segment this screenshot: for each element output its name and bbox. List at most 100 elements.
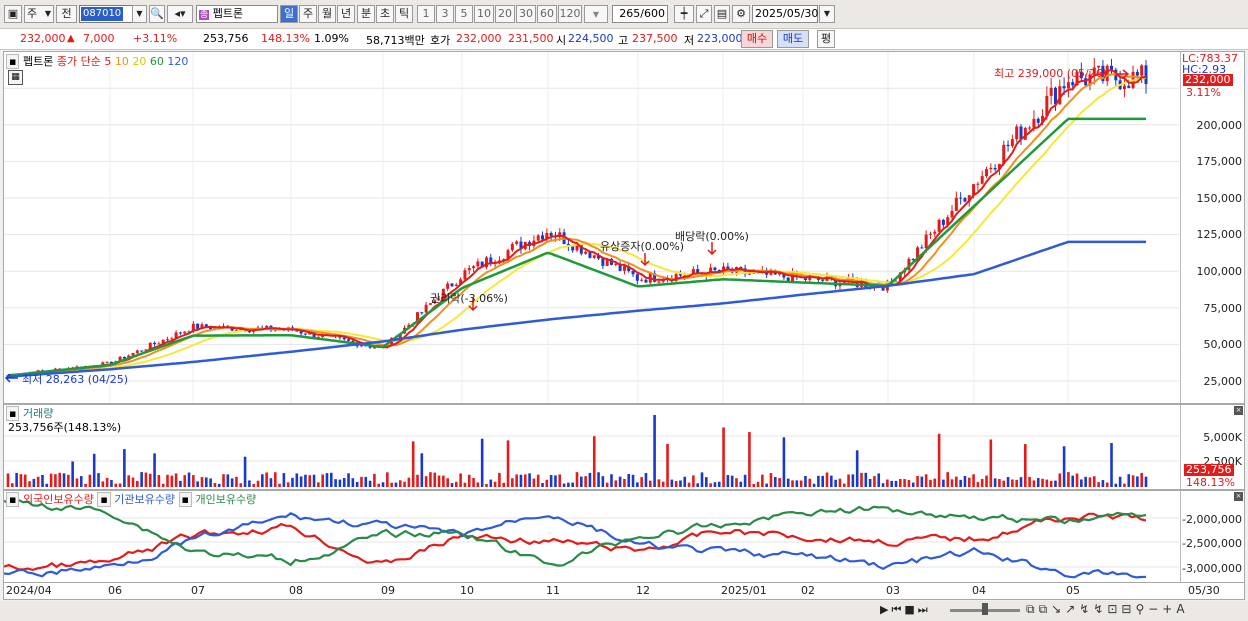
period-minute[interactable]: 분 — [357, 5, 375, 23]
volume-bar — [648, 480, 652, 487]
candle-body — [347, 339, 351, 341]
volume-value: 253,756 — [203, 32, 249, 45]
zoom-slider-handle[interactable] — [982, 603, 988, 615]
sell-button[interactable]: 매도 — [777, 30, 809, 48]
stock-series-label: 펩트론 — [22, 55, 54, 68]
x-label: 05 — [1066, 584, 1080, 597]
volume-bar — [118, 483, 122, 487]
period-day[interactable]: 일 — [280, 5, 298, 23]
interval-20[interactable]: 20 — [495, 5, 515, 23]
volume-bar — [946, 472, 950, 487]
candle-body — [821, 279, 825, 281]
candle-body — [1010, 139, 1014, 147]
chart-type-icon[interactable]: ┿ — [674, 5, 694, 23]
volume-bar — [528, 473, 531, 487]
ma10-line — [7, 72, 1147, 377]
speaker-icon[interactable]: ◂▾ — [167, 5, 193, 23]
volume-bar — [282, 473, 286, 487]
volume-bar — [455, 481, 458, 487]
panel-menu-icon[interactable]: ▪ — [178, 492, 192, 507]
volume-bar — [791, 480, 794, 487]
volume-bar — [381, 482, 385, 487]
amount-value: 58,713백만 — [366, 34, 425, 47]
volume-bar — [252, 483, 256, 487]
candle-body — [1049, 87, 1053, 96]
volume-bar — [45, 483, 49, 487]
volume-bar — [761, 474, 764, 487]
interval-60[interactable]: 60 — [537, 5, 557, 23]
prev-button[interactable]: 전 — [56, 5, 77, 23]
market-select[interactable]: 주 ▼ — [24, 5, 54, 23]
period-second[interactable]: 초 — [376, 5, 394, 23]
interval-1[interactable]: 1 — [417, 5, 435, 23]
volume-bar — [157, 474, 161, 487]
count-value: 265 — [619, 7, 641, 20]
candle-body — [1006, 144, 1010, 147]
panel-menu-icon[interactable]: ▪ — [6, 54, 20, 69]
volume-bar — [1011, 479, 1014, 487]
close-icon[interactable]: × — [1234, 492, 1243, 501]
code-dropdown-icon[interactable]: ▼ — [132, 5, 147, 23]
change-value: 7,000 — [83, 32, 115, 45]
volume-bar — [705, 477, 708, 487]
volume-bar — [1067, 472, 1070, 487]
volume-bar — [480, 438, 484, 487]
candle-body — [153, 342, 157, 345]
volume-bar — [726, 475, 730, 487]
period-week[interactable]: 주 — [299, 5, 317, 23]
close-icon[interactable]: × — [1234, 406, 1243, 415]
volume-bar — [825, 472, 829, 487]
period-tick[interactable]: 틱 — [395, 5, 413, 23]
volume-bar — [110, 479, 113, 487]
save-icon[interactable]: ▤ — [714, 5, 730, 23]
period-month[interactable]: 월 — [318, 5, 336, 23]
drawing-tools[interactable]: ⧉⧉↘↗↯↯⊡⊟⚲−+A — [1026, 602, 1189, 617]
interval-120[interactable]: 120 — [558, 5, 582, 23]
interval-5[interactable]: 5 — [455, 5, 473, 23]
volume-bar — [472, 478, 475, 487]
volume-bar — [304, 474, 307, 487]
volume-bar — [644, 473, 648, 487]
search-icon[interactable]: 🔍 — [149, 5, 165, 23]
interval-30[interactable]: 30 — [516, 5, 536, 23]
candle-body — [510, 243, 514, 251]
interval-3[interactable]: 3 — [436, 5, 454, 23]
period-year[interactable]: 년 — [337, 5, 355, 23]
gear-icon[interactable]: ⚙ — [732, 5, 750, 23]
ytick: 150,000 — [1196, 192, 1243, 205]
layout-icon[interactable]: ▣ — [4, 5, 22, 23]
price-panel-legend: ▪ 펩트론 종가 단순 5 10 20 60 120 — [6, 53, 188, 69]
volume-bar — [631, 474, 635, 487]
interval-10[interactable]: 10 — [474, 5, 494, 23]
volume-bar — [864, 472, 868, 487]
candle-body — [1135, 71, 1139, 76]
volume-bar — [610, 474, 613, 487]
volume-bar — [1075, 473, 1079, 487]
price-chart-svg — [4, 52, 1179, 403]
candle-body — [178, 332, 182, 334]
x-label: 04 — [972, 584, 986, 597]
interval-custom-select[interactable]: ▼ — [584, 5, 608, 23]
stock-name-field[interactable]: 종 펩트론 — [196, 5, 278, 23]
volume-bar — [467, 474, 471, 487]
grid-toggle-icon[interactable]: ▦ — [8, 70, 23, 85]
ytick: -2,500,000 — [1182, 537, 1242, 550]
candle-body — [584, 251, 588, 254]
volume-bar — [886, 479, 889, 487]
calendar-dropdown-icon[interactable]: ▼ — [819, 5, 835, 23]
compare-icon[interactable]: ⤢ — [696, 5, 712, 23]
date-field[interactable]: 2025/05/30 — [752, 5, 818, 23]
scroll-controls[interactable]: ▶⏮■⏭ — [880, 603, 931, 617]
panel-menu-icon[interactable]: ▪ — [6, 492, 20, 507]
buy-button[interactable]: 매수 — [741, 30, 773, 48]
candle-body — [950, 210, 954, 218]
candle-body — [937, 219, 941, 232]
panel-menu-icon[interactable]: ▪ — [97, 492, 111, 507]
eval-button[interactable]: 평 — [817, 30, 835, 48]
volume-pct-tag: 148.13% — [1186, 476, 1235, 489]
candle-body — [1028, 127, 1032, 129]
volume-bar — [778, 478, 781, 487]
count-field[interactable]: 265/600 — [612, 5, 668, 23]
volume-bar — [571, 482, 574, 487]
volume-bar — [722, 427, 725, 487]
